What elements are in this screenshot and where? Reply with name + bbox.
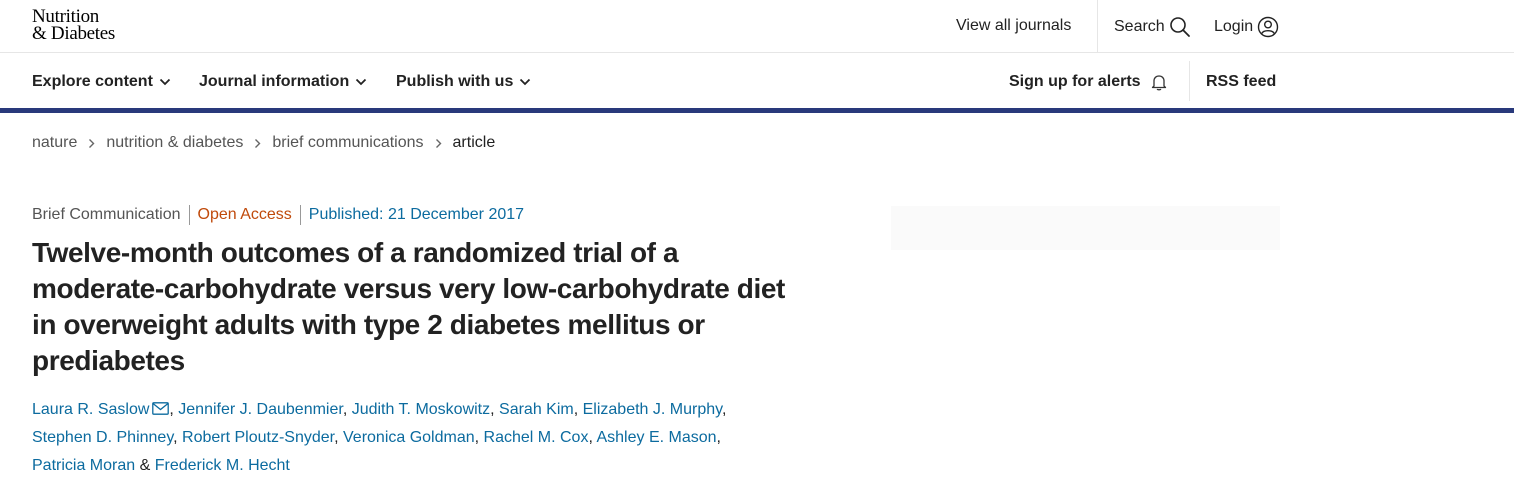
- search-label: Search: [1114, 18, 1165, 35]
- sign-up-alerts-label: Sign up for alerts: [1009, 73, 1141, 90]
- author-list: Laura R. Saslow, Jennifer J. Daubenmier,…: [32, 401, 727, 474]
- rss-feed-link[interactable]: RSS feed: [1206, 72, 1276, 92]
- author-link[interactable]: Elizabeth J. Murphy: [583, 401, 722, 418]
- author-link[interactable]: Laura R. Saslow: [32, 401, 149, 418]
- author-link[interactable]: Rachel M. Cox: [484, 429, 589, 446]
- breadcrumb-journal[interactable]: nutrition & diabetes: [106, 133, 243, 153]
- chevron-down-icon: [356, 78, 367, 86]
- explore-content-label: Explore content: [32, 73, 153, 90]
- mail-icon[interactable]: [152, 402, 170, 415]
- breadcrumb-section[interactable]: brief communications: [272, 133, 423, 153]
- author-link[interactable]: Judith T. Moskowitz: [352, 401, 490, 418]
- sign-up-alerts-link[interactable]: Sign up for alerts: [1009, 72, 1167, 92]
- author-link[interactable]: Robert Ploutz-Snyder: [182, 429, 334, 446]
- author-link[interactable]: Patricia Moran: [32, 457, 135, 474]
- chevron-down-icon: [520, 78, 531, 86]
- explore-content-menu[interactable]: Explore content: [32, 72, 171, 92]
- publish-with-us-menu[interactable]: Publish with us: [396, 72, 531, 92]
- top-header: Nutrition & Diabetes View all journals S…: [0, 0, 1514, 53]
- author-link[interactable]: Stephen D. Phinney: [32, 429, 173, 446]
- breadcrumb-current: article: [452, 134, 496, 151]
- chevron-right-icon: [88, 138, 95, 149]
- breadcrumb: nature nutrition & diabetes brief commun…: [32, 133, 495, 153]
- login-button[interactable]: Login: [1214, 16, 1279, 38]
- article-type: Brief Communication: [32, 206, 181, 223]
- author-link[interactable]: Frederick M. Hecht: [155, 457, 290, 474]
- author-link[interactable]: Ashley E. Mason: [596, 429, 716, 446]
- login-label: Login: [1214, 18, 1254, 35]
- author-link[interactable]: Veronica Goldman: [343, 429, 475, 446]
- article-meta: Brief Communication Open Access Publishe…: [32, 205, 524, 225]
- article-title: Twelve-month outcomes of a randomized tr…: [32, 237, 785, 376]
- meta-divider: [299, 205, 301, 225]
- journal-information-menu[interactable]: Journal information: [199, 72, 367, 92]
- author-link[interactable]: Sarah Kim: [499, 401, 574, 418]
- chevron-right-icon: [435, 138, 442, 149]
- nav-divider: [1189, 61, 1190, 101]
- sidebar-placeholder: [891, 206, 1280, 250]
- view-all-journals-link[interactable]: View all journals: [956, 16, 1071, 36]
- meta-divider: [188, 205, 190, 225]
- header-divider: [1097, 0, 1098, 52]
- author-link[interactable]: Jennifer J. Daubenmier: [178, 401, 343, 418]
- published-date[interactable]: Published: 21 December 2017: [309, 205, 524, 225]
- search-icon: [1169, 17, 1190, 37]
- journal-logo[interactable]: Nutrition & Diabetes: [32, 7, 116, 44]
- user-circle-icon: [1257, 16, 1279, 38]
- breadcrumb-nature[interactable]: nature: [32, 133, 77, 153]
- journal-nav: Explore content Journal information Publ…: [0, 53, 1514, 109]
- author-and: &: [139, 457, 151, 474]
- logo-line-2: & Diabetes: [32, 23, 116, 44]
- accent-rule: [0, 108, 1514, 113]
- bell-icon: [1151, 75, 1166, 91]
- chevron-down-icon: [159, 78, 171, 86]
- open-access-badge: Open Access: [197, 206, 292, 223]
- publish-with-us-label: Publish with us: [396, 73, 514, 90]
- chevron-right-icon: [254, 138, 261, 149]
- journal-information-label: Journal information: [199, 73, 350, 90]
- search-button[interactable]: Search: [1114, 16, 1191, 38]
